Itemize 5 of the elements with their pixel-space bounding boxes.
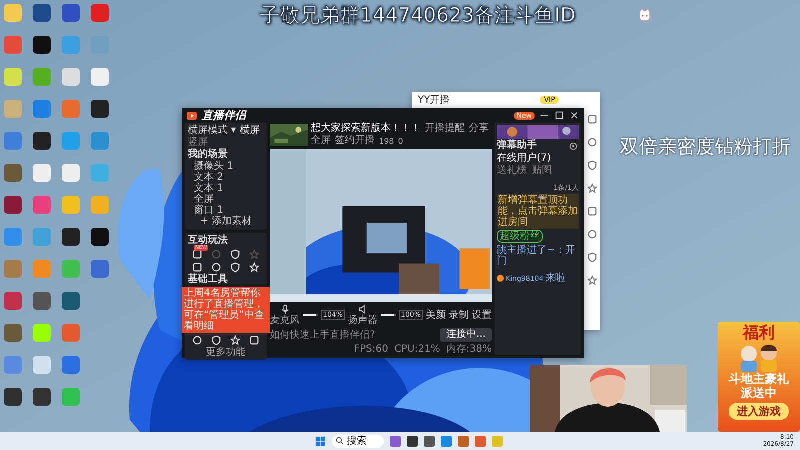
search-field[interactable]: 搜索 — [332, 434, 384, 448]
windows-icon[interactable] — [315, 436, 326, 446]
search-icon — [336, 437, 344, 445]
app-icon[interactable] — [407, 436, 418, 446]
app-icon[interactable] — [424, 436, 435, 446]
